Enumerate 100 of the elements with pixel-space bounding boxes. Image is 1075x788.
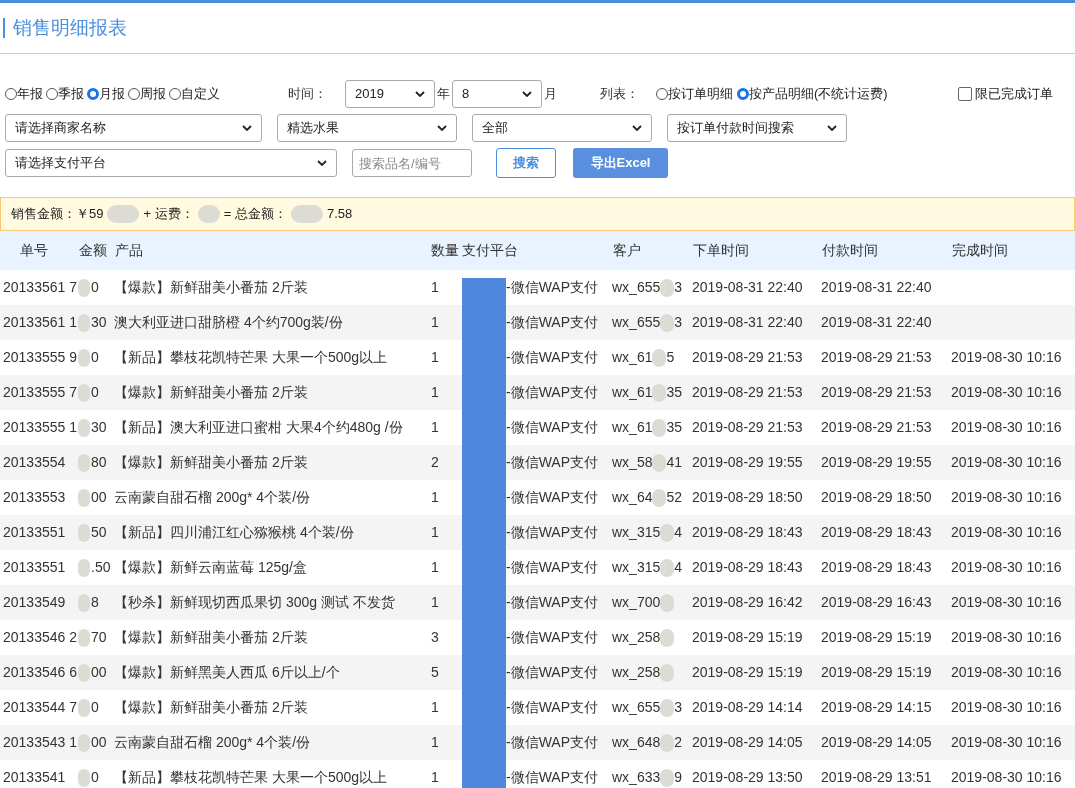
redaction-blur [652, 383, 667, 402]
table-cell-text: 2019-08-30 10:16 [951, 383, 1063, 402]
table-cell-text: 35 [666, 418, 683, 437]
table-cell-text: 1 [431, 523, 440, 542]
table-cell-text: wx_61 [612, 383, 653, 402]
table-cell-text: -微信WAP支付 [505, 278, 600, 297]
redaction-blur [78, 733, 90, 752]
search-field[interactable]: 搜索品名/编号 [352, 149, 472, 177]
table-cell-text: 2019-08-29 15:19 [821, 628, 933, 647]
redaction-blur [107, 205, 140, 223]
table-cell-text: 5 [431, 663, 440, 682]
table-cell-text: 2019-08-30 10:16 [951, 348, 1063, 367]
table-cell-text: 1 [431, 488, 440, 507]
table-cell-text: 【爆款】新鲜甜美小番茄 2斤装 [114, 383, 309, 402]
table-cell-text: 00 [91, 488, 107, 507]
table-cell-text: wx_655 [612, 313, 661, 332]
table-cell-text: -微信WAP支付 [505, 313, 600, 332]
table-cell-text: 30 [91, 418, 107, 437]
list-label: 列表： [600, 85, 640, 104]
dropdown[interactable]: 2019 [345, 80, 435, 108]
table-cell-text: 20133541 [2, 768, 67, 787]
dropdown[interactable]: 请选择商家名称 [5, 114, 262, 142]
table-cell-text: 2019-08-30 10:16 [951, 523, 1063, 542]
column-header: 金额 [78, 241, 108, 260]
table-cell-text: 0 [91, 348, 99, 367]
table-cell-text: 2019-08-29 18:43 [821, 558, 933, 577]
table-cell-text: 1 [431, 383, 440, 402]
redaction-blur [78, 278, 90, 297]
table-cell-text: wx_655 [612, 698, 661, 717]
checkbox[interactable] [958, 87, 972, 101]
table-cell-text: -微信WAP支付 [505, 453, 600, 472]
table-cell-text: 2019-08-29 14:05 [692, 733, 804, 752]
table-cell-text: 80 [91, 453, 107, 472]
redaction-blur [78, 768, 90, 787]
redaction-blur [660, 313, 675, 332]
table-cell-text: 20133544 7 [2, 698, 78, 717]
summary-text: = 总金额： [223, 205, 287, 224]
table-cell-text: 2019-08-31 22:40 [821, 278, 933, 297]
redaction-blur [660, 558, 675, 577]
table-cell-text: 【爆款】新鲜甜美小番茄 2斤装 [114, 453, 309, 472]
dropdown[interactable]: 精选水果 [277, 114, 457, 142]
table-cell-text: 1 [431, 348, 440, 367]
table-cell-text: 1 [431, 313, 440, 332]
radio-option[interactable]: 按订单明细 [656, 84, 733, 104]
page-title: 销售明细报表 [3, 18, 127, 38]
radio-option[interactable]: 季报 [46, 84, 84, 104]
caret-icon [522, 91, 532, 97]
table-cell-text: 2019-08-29 21:53 [821, 348, 933, 367]
table-cell-text: 52 [666, 488, 683, 507]
table-cell-text: .50 [91, 558, 111, 577]
table-cell-text: 2019-08-29 21:53 [692, 383, 804, 402]
table-cell-text: 2 [431, 453, 440, 472]
table-cell-text: 2019-08-29 21:53 [692, 348, 804, 367]
table-cell-text: 2019-08-30 10:16 [951, 698, 1063, 717]
table-cell-text: 30 [91, 313, 107, 332]
radio-option[interactable]: 年报 [5, 84, 43, 104]
radio-option[interactable]: 月报 [87, 84, 125, 104]
radio-option[interactable]: 按产品明细(不统计运费) [737, 84, 888, 104]
table-cell-text: 2019-08-29 18:43 [692, 558, 804, 577]
caret-icon [415, 91, 425, 97]
table-cell-text: -微信WAP支付 [505, 523, 600, 542]
table-cell-text: 0 [91, 278, 99, 297]
table-cell-text: -微信WAP支付 [505, 488, 600, 507]
table-cell-text: 20133551 [2, 523, 67, 542]
redaction-blur [78, 628, 90, 647]
table-cell-text: 【爆款】新鲜甜美小番茄 2斤装 [114, 698, 309, 717]
table-cell-text: 2019-08-29 14:14 [692, 698, 804, 717]
table-cell-text: -微信WAP支付 [505, 733, 600, 752]
redaction-blur [78, 453, 90, 472]
dropdown[interactable]: 8 [452, 80, 542, 108]
summary-text: 销售金额：￥59 [11, 205, 104, 224]
table-cell-text: 20133553 [2, 488, 67, 507]
table-cell-text: 20133546 6 [2, 663, 78, 682]
dropdown[interactable]: 请选择支付平台 [5, 149, 337, 177]
table-cell-text: 35 [666, 383, 683, 402]
table-cell-text: 2019-08-29 16:42 [692, 593, 804, 612]
column-header: 下单时间 [692, 241, 750, 260]
table-cell-text: 【新品】攀枝花凯特芒果 大果一个500g以上 [114, 348, 389, 367]
redaction-blur [78, 558, 90, 577]
dropdown[interactable]: 全部 [472, 114, 652, 142]
column-header: 客户 [612, 241, 642, 260]
redaction-blur [660, 628, 675, 647]
table-cell-text: wx_700 [612, 593, 661, 612]
redaction-blur [652, 348, 667, 367]
table-cell-text: 3 [431, 628, 440, 647]
table-cell-text: 2019-08-29 18:50 [821, 488, 933, 507]
redaction-blur [78, 523, 90, 542]
radio-option[interactable]: 自定义 [169, 84, 220, 104]
caret-icon [437, 125, 447, 131]
table-cell-text: 70 [91, 628, 107, 647]
table-cell-text: 2019-08-29 19:55 [692, 453, 804, 472]
table-cell-text: 2019-08-30 10:16 [951, 733, 1063, 752]
redaction-blur [78, 663, 90, 682]
table-cell-text: wx_61 [612, 348, 653, 367]
table-cell-text: 【爆款】新鲜甜美小番茄 2斤装 [114, 628, 309, 647]
completed-only-checkbox[interactable]: 限已完成订单 [958, 84, 1053, 104]
radio-option[interactable]: 周报 [128, 84, 166, 104]
table-cell-text: 2019-08-31 22:40 [692, 278, 804, 297]
table-cell-text: 1 [431, 768, 440, 787]
dropdown[interactable]: 按订单付款时间搜索 [667, 114, 847, 142]
